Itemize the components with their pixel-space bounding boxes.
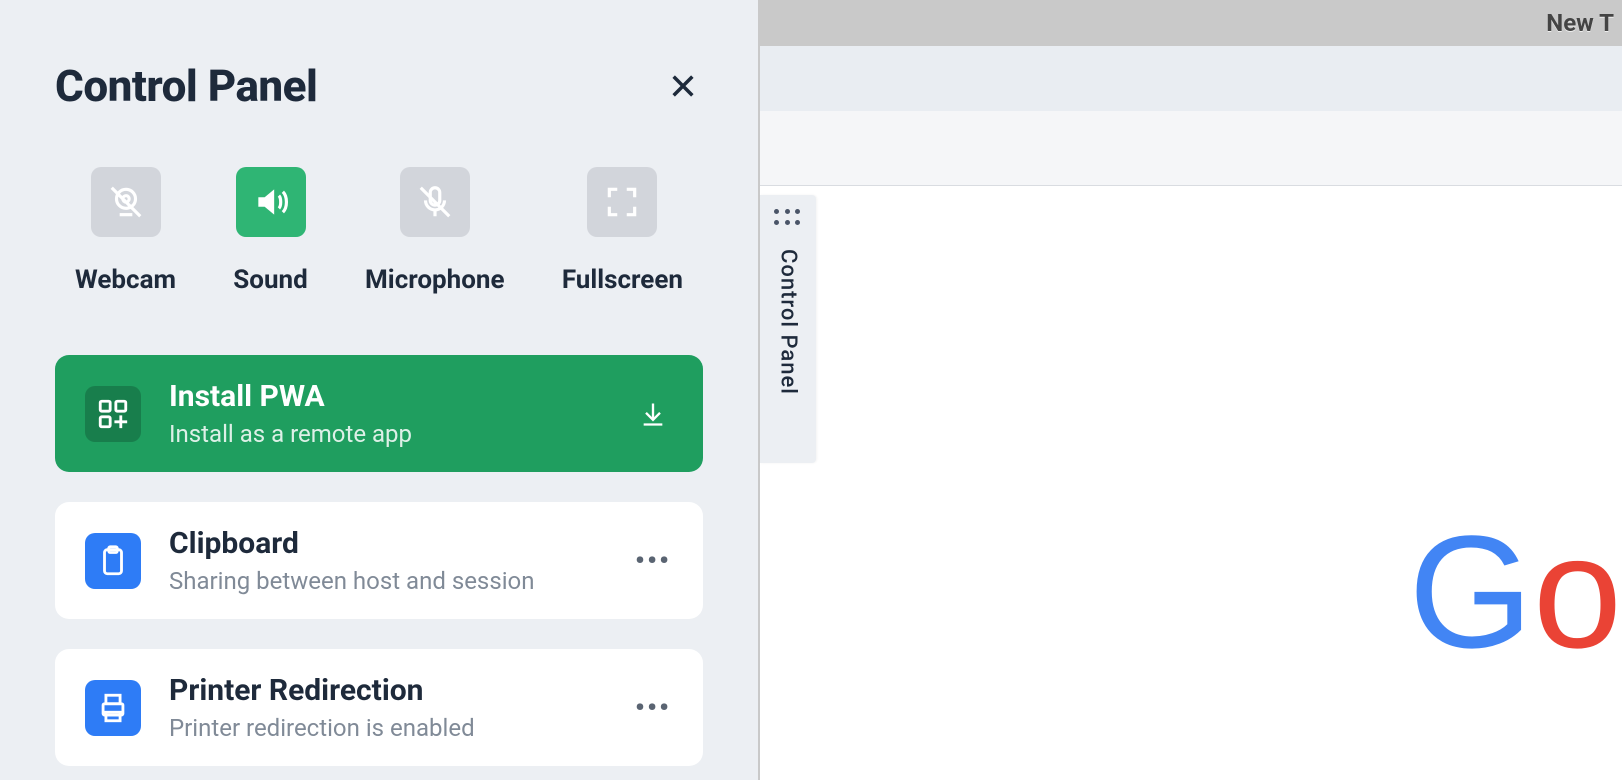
sound-on-icon — [252, 183, 290, 221]
clipboard-card[interactable]: Clipboard Sharing between host and sessi… — [55, 502, 703, 619]
fullscreen-label: Fullscreen — [562, 265, 683, 295]
clipboard-sub: Sharing between host and session — [169, 567, 605, 595]
webcam-label: Webcam — [75, 265, 176, 295]
browser-toolbar[interactable] — [760, 46, 1622, 111]
more-icon: ••• — [635, 691, 671, 724]
browser-tab-bar[interactable]: New T — [760, 0, 1622, 46]
more-icon: ••• — [635, 544, 671, 577]
app-add-icon — [96, 397, 130, 431]
close-button[interactable] — [663, 66, 703, 106]
logo-letter-g: G — [1409, 500, 1533, 684]
panel-title: Control Panel — [55, 60, 317, 112]
microphone-toggle[interactable]: Microphone — [365, 167, 504, 295]
download-icon — [639, 400, 667, 428]
pwa-download-button[interactable] — [633, 400, 673, 428]
close-icon — [669, 72, 697, 100]
printer-icon — [96, 691, 130, 725]
browser-subbar — [760, 111, 1622, 186]
sound-label: Sound — [233, 265, 307, 295]
printer-sub: Printer redirection is enabled — [169, 714, 605, 742]
browser-tab-title: New T — [1546, 9, 1614, 37]
google-logo-fragment: Go — [1409, 500, 1622, 684]
clipboard-more-button[interactable]: ••• — [633, 544, 673, 577]
side-tab-label: Control Panel — [776, 249, 801, 395]
microphone-label: Microphone — [365, 265, 504, 295]
drag-handle-icon[interactable] — [774, 209, 802, 227]
control-panel: Control Panel Webcam Sound — [0, 0, 760, 780]
printer-title: Printer Redirection — [169, 673, 605, 708]
clipboard-title: Clipboard — [169, 526, 605, 561]
pwa-title: Install PWA — [169, 379, 605, 414]
printer-more-button[interactable]: ••• — [633, 691, 673, 724]
clipboard-icon — [96, 544, 130, 578]
install-pwa-card[interactable]: Install PWA Install as a remote app — [55, 355, 703, 472]
fullscreen-toggle[interactable]: Fullscreen — [562, 167, 683, 295]
fullscreen-icon — [603, 183, 641, 221]
toggle-row: Webcam Sound Microphone — [75, 167, 683, 295]
webcam-off-icon — [107, 183, 145, 221]
webcam-toggle[interactable]: Webcam — [75, 167, 176, 295]
remote-view: New T Control Panel Go — [760, 0, 1622, 780]
control-panel-side-tab[interactable]: Control Panel — [760, 195, 816, 463]
panel-header: Control Panel — [55, 60, 703, 112]
printer-card[interactable]: Printer Redirection Printer redirection … — [55, 649, 703, 766]
pwa-sub: Install as a remote app — [169, 420, 605, 448]
logo-letter-o: o — [1533, 500, 1622, 684]
sound-toggle[interactable]: Sound — [233, 167, 307, 295]
microphone-off-icon — [416, 183, 454, 221]
